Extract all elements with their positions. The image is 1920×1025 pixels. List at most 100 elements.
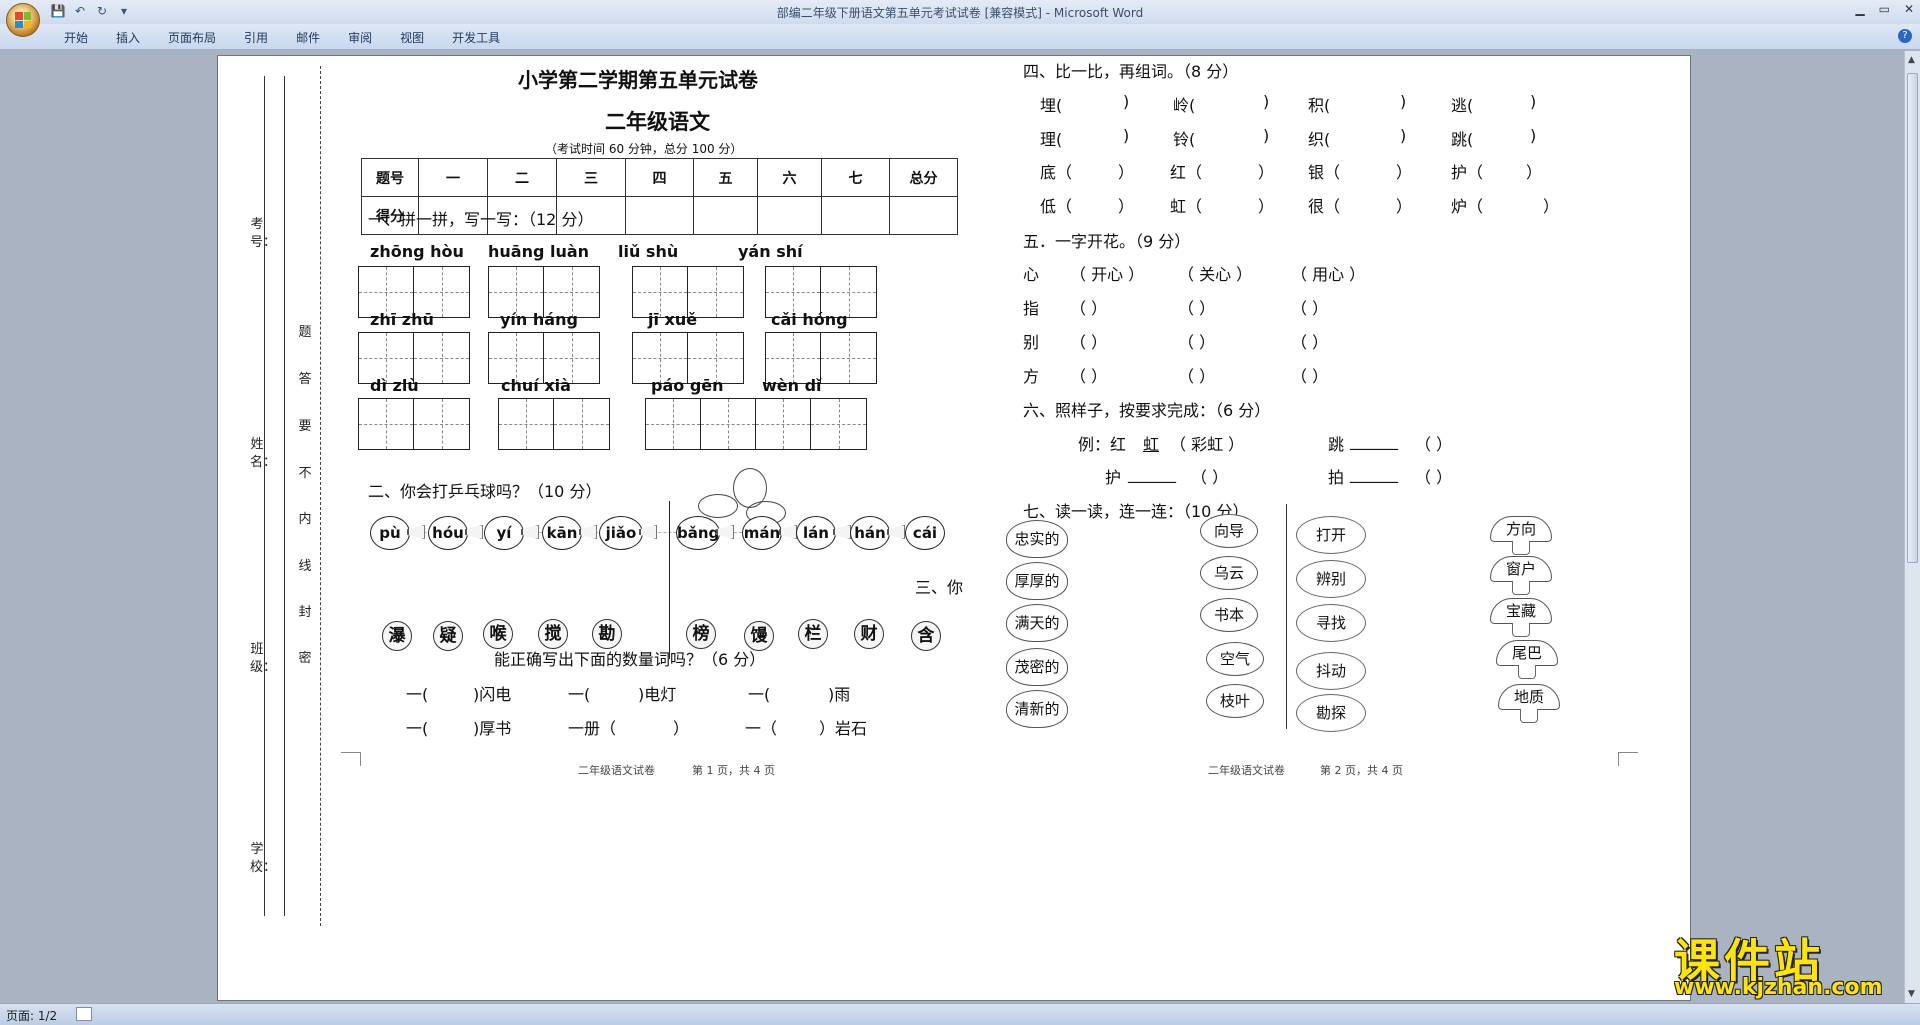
- match-adjective[interactable]: 厚厚的: [1006, 562, 1068, 600]
- vertical-scrollbar[interactable]: ▲ ▼: [1904, 51, 1920, 1003]
- compare-char: 红（: [1170, 163, 1203, 182]
- scroll-up-icon[interactable]: ▲: [1908, 55, 1915, 65]
- scroll-down-icon[interactable]: ▼: [1908, 989, 1915, 999]
- word-blank[interactable]: （ ）: [1070, 295, 1107, 319]
- pingpong-ball: hán: [850, 516, 890, 550]
- status-page-count[interactable]: 页面: 1/2: [6, 1007, 57, 1024]
- writing-grid[interactable]: [498, 398, 610, 450]
- paddle-icon: [833, 525, 851, 539]
- match-noun[interactable]: 枝叶: [1206, 684, 1264, 718]
- match-verb[interactable]: 打开: [1296, 516, 1366, 554]
- tab-developer[interactable]: 开发工具: [438, 29, 514, 46]
- task-blank[interactable]: ______: [1350, 431, 1398, 450]
- pinyin: huāng luàn: [488, 242, 590, 261]
- notice-char: 答: [298, 372, 312, 387]
- table-cell: 四: [625, 158, 694, 197]
- pingpong-ball: cái: [905, 516, 945, 550]
- compare-char: 铃(: [1173, 130, 1196, 149]
- document-page[interactable]: 考号： 姓名： 班级： 学校： 题 答 要 不 内 线 封 密 小学第二学期第五…: [217, 55, 1691, 1001]
- tab-mailings[interactable]: 邮件: [282, 29, 334, 46]
- compare-bracket: ）: [1258, 163, 1275, 182]
- close-icon[interactable]: ✕: [1904, 2, 1914, 16]
- match-mushroom[interactable]: 尾巴: [1496, 640, 1558, 679]
- match-verb[interactable]: 辨别: [1296, 560, 1366, 598]
- tab-view[interactable]: 视图: [386, 29, 438, 46]
- root-char: 方: [1023, 367, 1040, 386]
- score-input-cell[interactable]: [757, 196, 822, 235]
- tab-page-layout[interactable]: 页面布局: [154, 29, 230, 46]
- writing-grid[interactable]: [358, 398, 470, 450]
- tab-references[interactable]: 引用: [230, 29, 282, 46]
- crop-mark: [341, 752, 361, 766]
- watermark-url: www.kjzhan.com: [1674, 975, 1883, 1000]
- match-noun[interactable]: 乌云: [1200, 556, 1258, 590]
- task-blank[interactable]: ______: [1128, 464, 1176, 483]
- score-input-cell[interactable]: [625, 196, 694, 235]
- compare-bracket: ）: [1118, 163, 1135, 182]
- match-adjective[interactable]: 茂密的: [1006, 648, 1068, 686]
- character-coin: 喉: [483, 619, 513, 649]
- word-blank[interactable]: （ ）: [1291, 295, 1328, 319]
- match-verb[interactable]: 勘探: [1296, 694, 1366, 732]
- match-mushroom[interactable]: 宝藏: [1490, 598, 1552, 637]
- match-verb[interactable]: 寻找: [1296, 604, 1366, 642]
- tab-home[interactable]: 开始: [50, 29, 102, 46]
- match-mushroom[interactable]: 地质: [1498, 684, 1560, 723]
- word-blank: （ 关心 ）: [1178, 265, 1253, 284]
- q6-title: 六、照样子，按要求完成：（6 分）: [1023, 401, 1271, 420]
- character-coin: 含: [911, 621, 941, 651]
- task-paren[interactable]: （ ）: [1415, 464, 1452, 488]
- word-blank: （ 用心 ）: [1291, 265, 1366, 284]
- score-input-cell[interactable]: [889, 196, 958, 235]
- writing-grid[interactable]: [645, 398, 867, 450]
- score-input-cell[interactable]: [821, 196, 890, 235]
- paddle-icon: [779, 525, 797, 539]
- mushroom-stem-icon: [1512, 581, 1530, 595]
- maximize-icon[interactable]: ▭: [1879, 2, 1890, 16]
- pingpong-ball: kān: [542, 516, 582, 550]
- measure-word: )电灯: [638, 685, 677, 704]
- measure-word: 一(: [748, 685, 771, 704]
- match-adjective[interactable]: 清新的: [1006, 690, 1068, 728]
- word-blank[interactable]: （ ）: [1291, 329, 1328, 353]
- word-blank[interactable]: （ ）: [1178, 363, 1215, 387]
- proofing-icon[interactable]: [76, 1007, 92, 1021]
- match-adjective[interactable]: 忠实的: [1006, 520, 1068, 558]
- word-blank[interactable]: （ ）: [1178, 295, 1215, 319]
- minimize-icon[interactable]: ▁: [1855, 2, 1864, 16]
- match-noun[interactable]: 空气: [1206, 642, 1264, 676]
- match-mushroom[interactable]: 方向: [1490, 516, 1552, 555]
- window-title: 部编二年级下册语文第五单元考试试卷 [兼容模式] - Microsoft Wor…: [776, 6, 1144, 20]
- word-blank[interactable]: （ ）: [1070, 329, 1107, 353]
- table-cell: 六: [757, 158, 822, 197]
- class-label: 班级：: [250, 642, 277, 675]
- word-blank[interactable]: （ ）: [1291, 363, 1328, 387]
- binding-line: [284, 76, 285, 916]
- q3-title-start: 三、你: [915, 578, 964, 597]
- match-noun[interactable]: 向导: [1200, 514, 1258, 548]
- task-paren[interactable]: （ ）: [1415, 431, 1452, 455]
- task-paren[interactable]: （ ）: [1191, 464, 1228, 488]
- word-blank[interactable]: （ ）: [1070, 363, 1107, 387]
- office-button[interactable]: [6, 3, 40, 37]
- compare-char: 逃(: [1451, 96, 1474, 115]
- word-blank[interactable]: （ ）: [1178, 329, 1215, 353]
- root-char: 心: [1023, 265, 1040, 284]
- match-adjective[interactable]: 满天的: [1006, 604, 1068, 642]
- mushroom-cap: 窗户: [1490, 556, 1552, 582]
- tab-insert[interactable]: 插入: [102, 29, 154, 46]
- compare-bracket: ）: [1526, 163, 1543, 182]
- tab-review[interactable]: 审阅: [334, 29, 386, 46]
- score-input-cell[interactable]: [693, 196, 758, 235]
- help-icon[interactable]: ?: [1898, 29, 1912, 43]
- match-mushroom[interactable]: 窗户: [1490, 556, 1552, 595]
- cloud-icon: [698, 494, 738, 518]
- match-noun[interactable]: 书本: [1200, 598, 1258, 632]
- q4-title: 四、比一比，再组词。（8 分）: [1023, 62, 1239, 81]
- watermark-logo: 课件站 www.kjzhan.com: [1672, 925, 1908, 1003]
- task-blank[interactable]: ______: [1350, 464, 1398, 483]
- match-verb[interactable]: 抖动: [1296, 652, 1366, 690]
- scrollbar-thumb[interactable]: [1907, 73, 1918, 563]
- table-cell: 二: [487, 158, 557, 197]
- status-bar: 页面: 1/2: [0, 1003, 1920, 1025]
